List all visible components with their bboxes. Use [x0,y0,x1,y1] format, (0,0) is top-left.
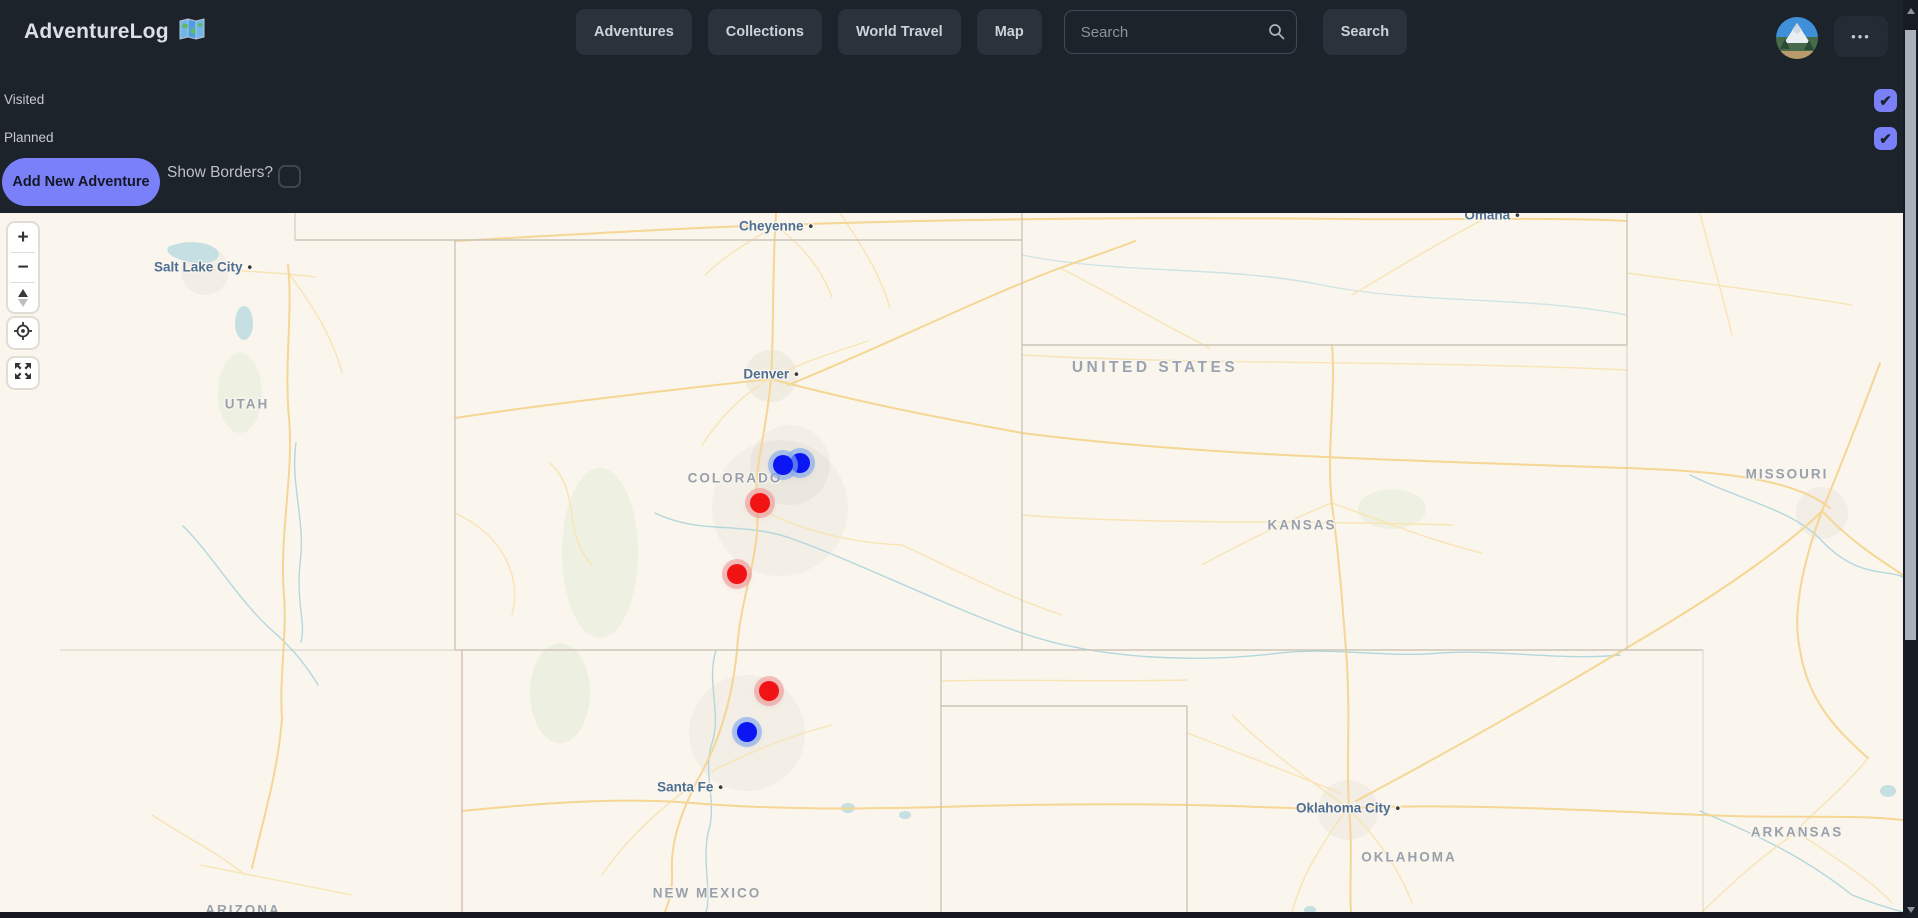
state-label-missouri: MISSOURI [1746,467,1829,482]
city-dot-icon: • [718,780,723,795]
zoom-in-button[interactable]: + [8,223,38,252]
filter-panel: Visited Planned Add New Adventure Show B… [0,64,1903,213]
nav-collections-button[interactable]: Collections [708,9,822,55]
bottom-edge [0,912,1903,918]
visited-checkbox[interactable]: ✔ [1874,89,1897,112]
scroll-up-arrow-icon[interactable] [1907,8,1915,14]
compass-button[interactable] [8,283,38,312]
geolocate-button[interactable] [8,318,38,348]
ellipsis-icon: ••• [1851,29,1871,44]
planned-checkbox[interactable]: ✔ [1874,127,1897,150]
minus-icon: − [17,257,28,279]
city-dot-icon: • [794,367,799,382]
plus-icon: + [17,227,28,249]
city-dot-icon: • [1395,801,1400,816]
check-icon: ✔ [1879,130,1892,148]
adventure-marker-blue[interactable] [790,453,810,473]
scroll-down-arrow-icon[interactable] [1907,907,1915,913]
state-label-arizona: ARIZONA [205,903,281,913]
map-canvas[interactable]: Cheyenne• Salt Lake City• Denver• Santa Fe•… [0,213,1903,912]
scrollbar-thumb[interactable] [1905,30,1916,640]
show-borders-label: Show Borders? [167,164,273,182]
city-label-cheyenne: Cheyenne• [739,219,813,234]
city-label-santa-fe: Santa Fe• [657,780,723,795]
country-label: UNITED STATES [1072,359,1238,377]
city-dot-icon: • [808,219,813,234]
city-dot-icon: • [1515,213,1520,223]
app-logo[interactable]: AdventureLog [24,18,205,46]
zoom-out-button[interactable]: − [8,253,38,282]
fullscreen-button[interactable] [8,358,38,388]
state-label-colorado: COLORADO [688,471,783,486]
adventure-marker-red[interactable] [759,681,779,701]
adventure-marker-blue[interactable] [737,722,757,742]
search-wrap [1064,10,1297,54]
city-label-salt-lake-city: Salt Lake City• [154,260,252,275]
city-label-omaha: Omaha• [1464,213,1519,223]
nav-map-button[interactable]: Map [977,9,1042,55]
page-scrollbar[interactable] [1903,0,1918,918]
main-nav: Adventures Collections World Travel Map … [576,9,1407,55]
avatar[interactable] [1776,17,1818,59]
compass-needle-icon [18,289,28,307]
state-label-utah: UTAH [225,397,270,412]
nav-world-travel-button[interactable]: World Travel [838,9,961,55]
adventure-marker-red[interactable] [750,493,770,513]
search-icon [1268,23,1285,45]
map-zoom-controls: + − [8,223,38,312]
show-borders-checkbox[interactable] [278,165,301,188]
city-label-denver: Denver• [743,367,798,382]
city-label-oklahoma-city: Oklahoma City• [1296,801,1400,816]
map-terrain [0,213,1903,912]
check-icon: ✔ [1879,92,1892,110]
search-button[interactable]: Search [1323,9,1407,55]
state-label-oklahoma: OKLAHOMA [1361,850,1457,865]
fullscreen-expand-icon [13,361,33,386]
adventure-marker-blue[interactable] [773,455,793,475]
app-title: AdventureLog [24,20,169,44]
city-dot-icon: • [247,260,252,275]
planned-label: Planned [4,130,54,145]
state-label-arkansas: ARKANSAS [1751,825,1844,840]
state-label-kansas: KANSAS [1267,518,1336,533]
add-new-adventure-button[interactable]: Add New Adventure [2,158,160,206]
state-label-new-mexico: NEW MEXICO [653,886,762,901]
visited-label: Visited [4,92,44,107]
adventure-marker-red[interactable] [727,564,747,584]
world-map-icon [179,18,205,46]
more-menu-button[interactable]: ••• [1834,16,1888,57]
crosshair-icon [13,321,33,346]
nav-adventures-button[interactable]: Adventures [576,9,692,55]
navbar: AdventureLog Adventures Collections Worl… [0,0,1903,64]
search-input[interactable] [1064,10,1297,54]
